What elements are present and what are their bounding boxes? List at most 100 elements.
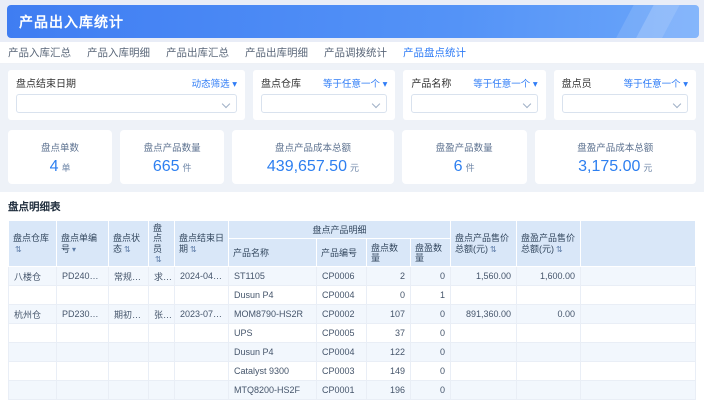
- cell-end-date: 2024-04-14: [175, 267, 229, 286]
- cell-count-qty: 107: [367, 305, 411, 324]
- tab-5[interactable]: 产品调拨统计: [324, 42, 387, 64]
- cell-status: [109, 362, 149, 381]
- filter-condition-link[interactable]: 等于任意一个 ▾: [624, 76, 688, 90]
- cell-product-code: CP0005: [317, 324, 367, 343]
- cell-end-date: 2023-07-27: [175, 305, 229, 324]
- cell-operator: [149, 362, 175, 381]
- stat-label: 盘盈产品成本总额: [577, 140, 653, 154]
- filter-dropdown[interactable]: [562, 94, 688, 113]
- sub-col-header[interactable]: 盘盈数量: [411, 239, 451, 267]
- filter-header: 盘点员等于任意一个 ▾: [562, 75, 688, 90]
- sort-icon[interactable]: ⇅: [15, 245, 22, 254]
- sub-col-header[interactable]: 产品编号: [317, 239, 367, 267]
- filter-card-2: 盘点仓库 等于任意一个 ▾: [253, 70, 395, 120]
- cell-product-code: CP0003: [317, 362, 367, 381]
- table-row: Catalyst 9300CP00031490: [9, 362, 696, 381]
- col-header[interactable]: 盘点员⇅: [149, 221, 175, 267]
- cell-count-qty: 2: [367, 267, 411, 286]
- cell-filler: [581, 343, 696, 362]
- tab-bar: 产品入库汇总产品入库明细产品出库汇总产品出库明细产品调拨统计产品盘点统计: [0, 42, 704, 64]
- cell-product-code: CP0006: [317, 267, 367, 286]
- cell-warehouse: [9, 286, 57, 305]
- tab-3[interactable]: 产品出库汇总: [166, 42, 229, 64]
- table-row: 八楼仓PD240414-01常规盘点求真2024-04-14ST1105CP00…: [9, 267, 696, 286]
- sort-icon[interactable]: ⇅: [124, 245, 131, 254]
- sort-icon[interactable]: ⇅: [490, 245, 497, 254]
- cell-total-price: 1,560.00: [451, 267, 517, 286]
- stat-label: 盘点产品数量: [144, 140, 201, 154]
- table-row: 杭州仓PD230726-01期初盘点张总2023-07-27MOM8790-HS…: [9, 305, 696, 324]
- cell-total-price: [451, 362, 517, 381]
- cell-count-qty: 37: [367, 324, 411, 343]
- detail-group-header: 盘点产品明细: [229, 221, 451, 239]
- filter-dropdown[interactable]: [16, 94, 237, 113]
- col-header[interactable]: 盘点状态⇅: [109, 221, 149, 267]
- cell-surplus-total-price: [517, 324, 581, 343]
- cell-end-date: [175, 324, 229, 343]
- tab-1[interactable]: 产品入库汇总: [8, 42, 71, 64]
- filter-label: 盘点仓库: [261, 75, 301, 90]
- filler-header: [581, 221, 696, 267]
- cell-filler: [581, 362, 696, 381]
- cell-filler: [581, 305, 696, 324]
- stat-card-3: 盘点产品成本总额439,657.50元: [232, 130, 393, 184]
- cell-count-qty: 149: [367, 362, 411, 381]
- cell-product-name: MTQ8200-HS2F: [229, 381, 317, 400]
- cell-status: [109, 324, 149, 343]
- cell-filler: [581, 267, 696, 286]
- cell-order-no: [57, 324, 109, 343]
- sort-icon[interactable]: ⇅: [556, 245, 563, 254]
- caret-icon[interactable]: ▾: [72, 245, 76, 254]
- sub-col-header[interactable]: 产品名称: [229, 239, 317, 267]
- col-header[interactable]: 盘点单编号▾: [57, 221, 109, 267]
- stat-value: 3,175.00元: [578, 159, 652, 175]
- cell-operator: [149, 286, 175, 305]
- filter-label: 盘点结束日期: [16, 75, 76, 90]
- tab-2[interactable]: 产品入库明细: [87, 42, 150, 64]
- sub-col-header[interactable]: 盘点数量: [367, 239, 411, 267]
- col-header[interactable]: 盘点仓库⇅: [9, 221, 57, 267]
- cell-operator: [149, 324, 175, 343]
- cell-count-qty: 196: [367, 381, 411, 400]
- sort-icon[interactable]: ⇅: [190, 245, 197, 254]
- cell-total-price: [451, 381, 517, 400]
- filter-header: 盘点仓库 等于任意一个 ▾: [261, 75, 387, 90]
- table-row: Dusun P4CP00041220: [9, 343, 696, 362]
- cell-operator: [149, 381, 175, 400]
- cell-product-code: CP0001: [317, 381, 367, 400]
- cell-total-price: [451, 343, 517, 362]
- cell-surplus-total-price: 1,600.00: [517, 267, 581, 286]
- filter-condition-link[interactable]: 等于任意一个 ▾: [473, 76, 537, 90]
- filter-header: 盘点结束日期 动态筛选 ▾: [16, 75, 237, 90]
- cell-surplus-total-price: [517, 362, 581, 381]
- col-header[interactable]: 盘盈产品售价总额(元)⇅: [517, 221, 581, 267]
- cell-order-no: PD240414-01: [57, 267, 109, 286]
- cell-product-name: MOM8790-HS2R: [229, 305, 317, 324]
- col-header[interactable]: 盘点产品售价总额(元)⇅: [451, 221, 517, 267]
- col-header[interactable]: 盘点结束日期⇅: [175, 221, 229, 267]
- header-row-1: 盘点仓库⇅盘点单编号▾盘点状态⇅盘点员⇅盘点结束日期⇅盘点产品明细盘点产品售价总…: [9, 221, 696, 239]
- cell-product-name: UPS: [229, 324, 317, 343]
- filter-condition-link[interactable]: 动态筛选 ▾: [192, 76, 237, 90]
- tab-6[interactable]: 产品盘点统计: [403, 42, 466, 64]
- table-row: MTQ8200-HS2FCP00011960: [9, 381, 696, 400]
- sort-icon[interactable]: ⇅: [155, 255, 162, 264]
- filter-dropdown[interactable]: [411, 94, 537, 113]
- cell-product-name: Dusun P4: [229, 286, 317, 305]
- cell-surplus-qty: 1: [411, 286, 451, 305]
- cell-surplus-total-price: [517, 343, 581, 362]
- cell-product-code: CP0004: [317, 286, 367, 305]
- tab-4[interactable]: 产品出库明细: [245, 42, 308, 64]
- filter-bar: 盘点结束日期动态筛选 ▾盘点仓库等于任意一个 ▾产品名称等于任意一个 ▾盘点员等…: [0, 64, 704, 126]
- cell-order-no: PD230726-01: [57, 305, 109, 324]
- cell-operator: [149, 343, 175, 362]
- table-section-title: 盘点明细表: [8, 199, 696, 214]
- cell-surplus-total-price: [517, 286, 581, 305]
- cell-count-qty: 122: [367, 343, 411, 362]
- filter-dropdown[interactable]: [261, 94, 387, 113]
- cell-product-code: CP0002: [317, 305, 367, 324]
- cell-product-name: Catalyst 9300: [229, 362, 317, 381]
- filter-header: 产品名称等于任意一个 ▾: [411, 75, 537, 90]
- filter-condition-link[interactable]: 等于任意一个 ▾: [323, 76, 387, 90]
- cell-total-price: 891,360.00: [451, 305, 517, 324]
